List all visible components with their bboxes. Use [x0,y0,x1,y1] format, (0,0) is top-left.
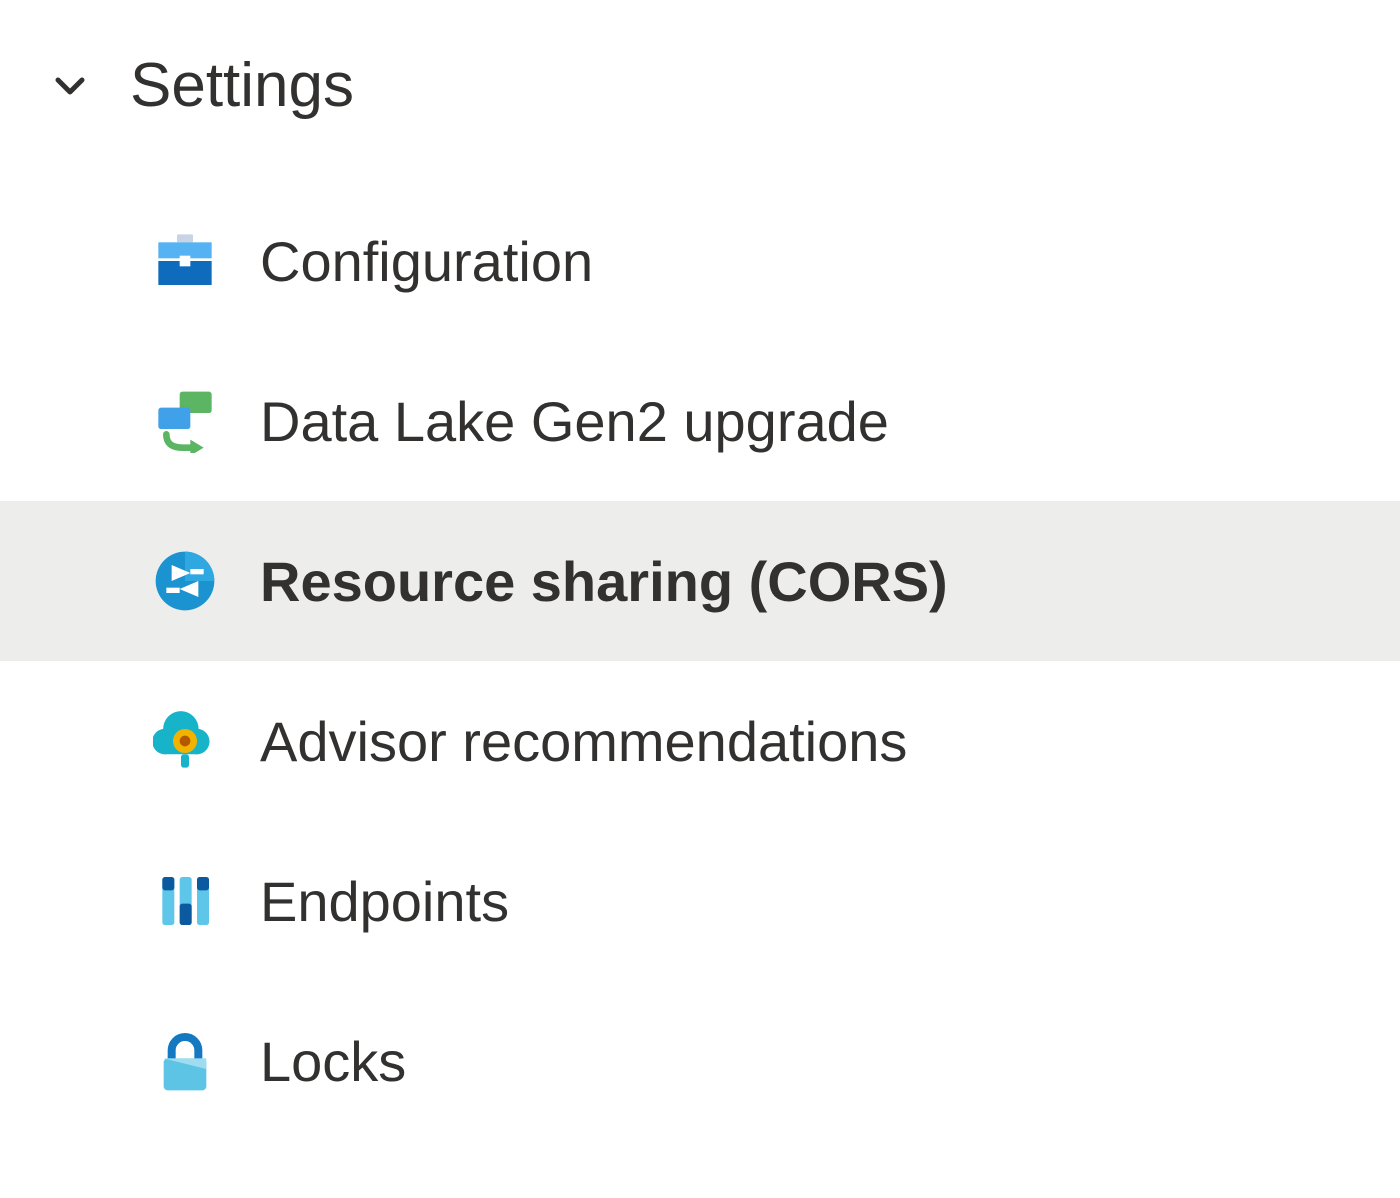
nav-items: Configuration Data Lake Gen2 upgrade [0,181,1400,1141]
nav-item-data-lake-upgrade[interactable]: Data Lake Gen2 upgrade [0,341,1400,501]
endpoints-icon [150,866,220,936]
nav-item-label: Configuration [260,229,593,294]
nav-item-locks[interactable]: Locks [0,981,1400,1141]
nav-item-label: Resource sharing (CORS) [260,549,948,614]
settings-nav: Settings Configuration [0,0,1400,1141]
chevron-down-icon [40,56,100,116]
section-title: Settings [130,50,354,121]
nav-item-label: Locks [260,1029,406,1094]
nav-item-label: Data Lake Gen2 upgrade [260,389,889,454]
nav-item-advisor-recommendations[interactable]: Advisor recommendations [0,661,1400,821]
nav-item-resource-sharing[interactable]: Resource sharing (CORS) [0,501,1400,661]
settings-section-header[interactable]: Settings [0,30,1400,181]
lock-icon [150,1026,220,1096]
nav-item-configuration[interactable]: Configuration [0,181,1400,341]
upgrade-icon [150,386,220,456]
nav-item-label: Advisor recommendations [260,709,907,774]
cors-icon [150,546,220,616]
advisor-icon [150,706,220,776]
nav-item-label: Endpoints [260,869,509,934]
nav-item-endpoints[interactable]: Endpoints [0,821,1400,981]
toolbox-icon [150,226,220,296]
